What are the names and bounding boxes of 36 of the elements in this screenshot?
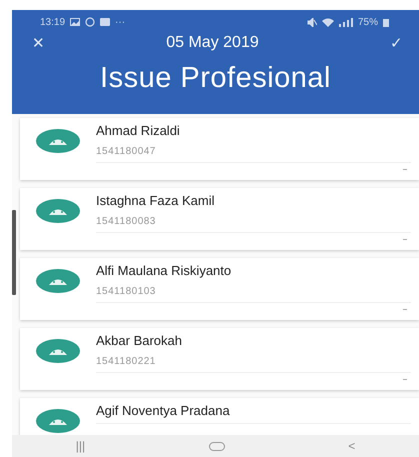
student-card[interactable]: Alfi Maulana Riskiyanto 1541180103 [20,258,419,320]
battery-level: 75% [358,16,378,28]
wifi-icon [322,18,334,26]
dropdown-indicator[interactable] [403,169,407,170]
student-name: Akbar Barokah [96,333,183,348]
more-notifications: ··· [115,16,126,28]
student-card[interactable]: Istaghna Faza Kamil 1541180083 [20,188,419,250]
home-button[interactable] [208,442,225,450]
android-avatar-icon [36,129,80,153]
battery-icon [383,18,389,26]
mute-icon [306,18,317,26]
student-number: 1541180047 [96,146,157,157]
student-name: Ahmad Rizaldi [96,123,181,138]
android-avatar-icon [36,199,80,223]
page-title: Issue Profesional [99,61,332,95]
signal-icon [338,18,353,26]
gallery-icon [70,18,80,26]
close-button[interactable]: ✕ [26,34,51,52]
student-number: 1541180103 [96,286,157,297]
dropdown-indicator[interactable] [403,309,407,310]
dropdown-indicator[interactable] [403,239,407,240]
student-card[interactable]: Agif Noventya Pradana [20,398,419,435]
dropdown-indicator[interactable] [403,379,407,380]
student-name: Alfi Maulana Riskiyanto [96,263,232,278]
student-card[interactable]: Akbar Barokah 1541180221 [20,328,419,390]
date-label: 05 May 2019 [166,34,259,52]
status-time: 13:19 [40,16,66,28]
student-name: Istaghna Faza Kamil [96,193,216,208]
android-avatar-icon [36,269,80,293]
confirm-button[interactable]: ✓ [384,34,409,52]
android-avatar-icon [36,339,80,363]
android-avatar-icon [36,409,80,433]
student-number: 1541180221 [96,356,157,367]
student-name: Agif Noventya Pradana [96,403,231,418]
student-number: 1541180083 [96,216,157,227]
student-card[interactable]: Ahmad Rizaldi 1541180047 [20,118,419,180]
